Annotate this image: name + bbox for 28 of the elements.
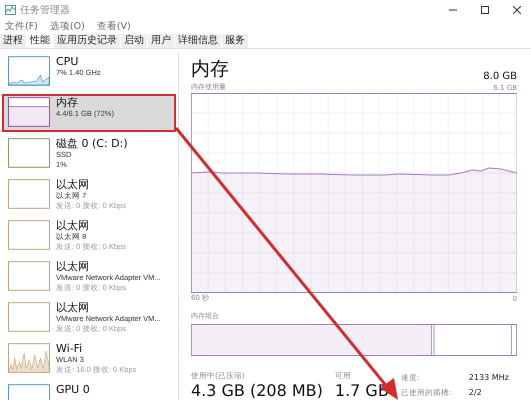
close-icon — [513, 6, 521, 14]
tab[interactable]: 进程 — [0, 34, 27, 48]
spec-value: 2133 MHz — [468, 373, 509, 384]
maximize-icon — [481, 6, 489, 14]
sidebar-item[interactable]: GPU 0 — [2, 381, 176, 400]
menu-item[interactable]: 查看(V) — [96, 20, 131, 33]
tab[interactable]: 用户 — [148, 34, 175, 48]
menu-item[interactable]: 文件(F) — [5, 20, 38, 33]
tab[interactable]: 启动 — [121, 34, 148, 48]
item-title: 以太网 — [56, 302, 90, 314]
item-title: CPU — [56, 56, 80, 68]
menu-item[interactable]: 选项(O) — [50, 20, 85, 33]
total-memory: 8.0 GB — [483, 71, 517, 82]
tab[interactable]: 详细信息 — [175, 34, 222, 48]
detail-title: 内存 — [191, 57, 229, 82]
app-icon — [5, 5, 16, 15]
item-title: 以太网 — [56, 220, 90, 232]
tab[interactable]: 应用历史记录 — [54, 34, 121, 48]
item-title: 以太网 — [56, 261, 90, 273]
tab[interactable]: 服务 — [222, 34, 249, 48]
item-title: Wi-Fi — [56, 343, 84, 355]
item-title: 内存 — [56, 97, 79, 109]
spec-value: 2/2 — [468, 388, 483, 399]
stat-value: 4.3 GB (208 MB) — [191, 381, 323, 400]
item-title: 以太网 — [56, 179, 90, 191]
item-title: GPU 0 — [56, 384, 90, 396]
item-title: 磁盘 0 (C: D:) — [56, 138, 128, 150]
window-title: 任务管理器 — [20, 4, 71, 17]
